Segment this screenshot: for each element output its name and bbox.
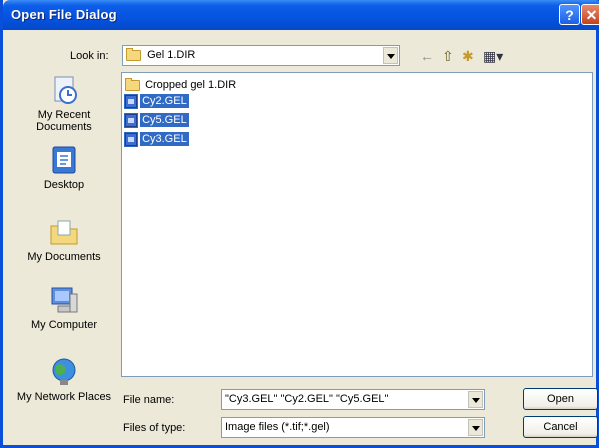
- file-name-field[interactable]: "Cy3.GEL" "Cy2.GEL" "Cy5.GEL": [221, 389, 485, 410]
- my-computer-icon: [48, 284, 80, 316]
- places-bar: My Recent Documents Desktop My Documents: [13, 60, 115, 432]
- place-label: Desktop: [43, 179, 85, 191]
- title-bar[interactable]: Open File Dialog ? ✕: [3, 0, 599, 30]
- chevron-down-icon[interactable]: [468, 391, 483, 408]
- my-documents-icon: [48, 216, 80, 248]
- open-button-label: Open: [547, 393, 574, 405]
- cancel-button[interactable]: Cancel: [523, 416, 598, 438]
- chevron-down-icon[interactable]: [468, 419, 483, 436]
- place-recent-documents[interactable]: My Recent Documents: [13, 74, 115, 133]
- file-list[interactable]: Cropped gel 1.DIR Cy2.GEL Cy5.GEL Cy3.GE…: [121, 72, 593, 377]
- place-label: My Computer: [30, 319, 98, 331]
- views-menu-icon[interactable]: ▦▾: [483, 48, 503, 65]
- network-places-icon: [48, 356, 80, 388]
- dialog-title: Open File Dialog: [11, 7, 117, 22]
- cancel-button-label: Cancel: [543, 421, 578, 433]
- folder-icon: [125, 77, 140, 91]
- file-name-value: "Cy3.GEL" "Cy2.GEL" "Cy5.GEL": [225, 393, 389, 405]
- list-item[interactable]: Cy2.GEL: [124, 93, 189, 110]
- place-my-documents[interactable]: My Documents: [13, 216, 115, 263]
- up-folder-icon[interactable]: ⇧: [442, 48, 454, 65]
- list-item[interactable]: Cy3.GEL: [124, 131, 189, 148]
- gel-file-icon: [124, 93, 138, 109]
- files-of-type-label: Files of type:: [123, 422, 186, 434]
- look-in-value: Gel 1.DIR: [147, 49, 196, 61]
- place-label: My Recent Documents: [36, 109, 92, 133]
- desktop-icon: [48, 144, 80, 176]
- folder-icon: [126, 47, 141, 61]
- place-desktop[interactable]: Desktop: [13, 144, 115, 191]
- gel-file-icon: [124, 131, 138, 147]
- close-icon: ✕: [585, 7, 598, 23]
- help-icon: ?: [565, 7, 574, 23]
- gel-file-icon: [124, 112, 138, 128]
- place-network[interactable]: My Network Places: [13, 356, 115, 403]
- list-item[interactable]: Cropped gel 1.DIR: [125, 77, 238, 94]
- open-button[interactable]: Open: [523, 388, 598, 410]
- close-button[interactable]: ✕: [581, 4, 599, 25]
- recent-documents-icon: [48, 74, 80, 106]
- help-button[interactable]: ?: [559, 4, 580, 25]
- look-in-dropdown[interactable]: Gel 1.DIR: [122, 45, 400, 66]
- place-label: My Network Places: [16, 391, 112, 403]
- new-folder-icon[interactable]: ✱: [462, 48, 474, 65]
- place-label: My Documents: [27, 251, 101, 263]
- back-icon[interactable]: ←: [420, 48, 434, 64]
- chevron-down-icon[interactable]: [383, 47, 398, 64]
- list-item[interactable]: Cy5.GEL: [124, 112, 189, 129]
- place-my-computer[interactable]: My Computer: [13, 284, 115, 331]
- open-file-dialog: Open File Dialog ? ✕ Look in: Gel 1.DIR …: [0, 0, 599, 448]
- files-of-type-dropdown[interactable]: Image files (*.tif;*.gel): [221, 417, 485, 438]
- files-of-type-value: Image files (*.tif;*.gel): [225, 421, 330, 433]
- file-name-label: File name:: [123, 394, 175, 406]
